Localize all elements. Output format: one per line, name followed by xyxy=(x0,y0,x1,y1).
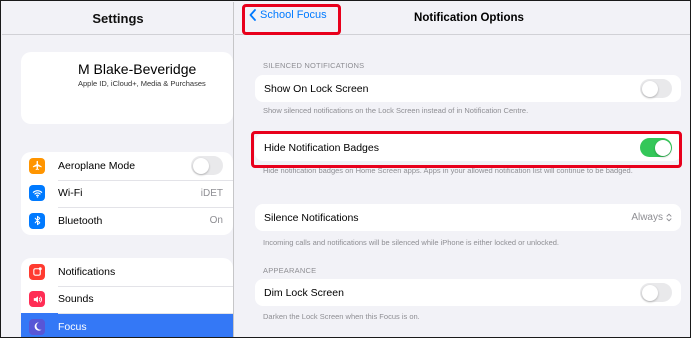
silence-notifications-note: Incoming calls and notifications will be… xyxy=(263,238,559,247)
sidebar-item-label: Bluetooth xyxy=(58,214,103,227)
sidebar: Settings M Blake-Beveridge Apple ID, iCl… xyxy=(2,2,234,337)
dim-lock-screen-note: Darken the Lock Screen when this Focus i… xyxy=(263,312,420,321)
apple-id-card[interactable]: M Blake-Beveridge Apple ID, iCloud+, Med… xyxy=(21,52,233,124)
sidebar-item-sounds[interactable]: Sounds xyxy=(21,285,233,314)
notifications-group: Notifications Sounds Focus xyxy=(21,258,233,337)
section-header-appearance: APPEARANCE xyxy=(263,266,317,275)
show-on-lock-screen-toggle[interactable] xyxy=(640,79,672,98)
connectivity-group: Aeroplane Mode Wi-Fi iDET Bluetooth On xyxy=(21,152,233,235)
hide-badges-note: Hide notification badges on Home Screen … xyxy=(263,166,633,175)
bluetooth-icon xyxy=(29,212,45,229)
notifications-icon xyxy=(29,263,45,280)
profile-name: M Blake-Beveridge xyxy=(78,61,197,77)
row-label: Dim Lock Screen xyxy=(264,286,344,299)
sidebar-item-label: Wi-Fi xyxy=(58,187,83,200)
sidebar-divider xyxy=(2,34,234,35)
hide-notification-badges-toggle[interactable] xyxy=(640,138,672,157)
page-title-text: Notification Options xyxy=(414,12,524,24)
toggle-knob xyxy=(641,284,658,301)
sidebar-item-bluetooth[interactable]: Bluetooth On xyxy=(21,207,233,235)
sidebar-item-label: Sounds xyxy=(58,293,94,306)
sidebar-item-label: Notifications xyxy=(58,265,116,278)
bluetooth-status-value: On xyxy=(209,215,223,227)
detail-panel: School Focus Notification Options SILENC… xyxy=(235,2,690,337)
chevron-up-down-icon xyxy=(666,213,672,222)
sidebar-item-focus[interactable]: Focus xyxy=(21,313,233,337)
show-on-lock-screen-note: Show silenced notifications on the Lock … xyxy=(263,106,529,115)
row-label: Hide Notification Badges xyxy=(264,141,379,154)
silence-notifications-select[interactable]: Always xyxy=(631,212,672,223)
section-header-silenced: SILENCED NOTIFICATIONS xyxy=(263,61,365,70)
sidebar-item-aeroplane-mode[interactable]: Aeroplane Mode xyxy=(21,152,233,180)
airplane-icon xyxy=(29,157,45,174)
sidebar-item-wifi[interactable]: Wi-Fi iDET xyxy=(21,179,233,208)
show-on-lock-screen-row[interactable]: Show On Lock Screen xyxy=(255,75,681,102)
wifi-icon xyxy=(29,185,45,202)
moon-icon xyxy=(29,318,45,335)
navigation-bar: School Focus Notification Options xyxy=(235,2,690,34)
profile-subtitle: Apple ID, iCloud+, Media & Purchases xyxy=(78,79,206,88)
toggle-knob xyxy=(192,157,209,174)
page-title: Notification Options xyxy=(235,12,690,24)
aeroplane-mode-toggle[interactable] xyxy=(191,156,223,176)
silence-notifications-row[interactable]: Silence Notifications Always xyxy=(255,204,681,231)
hide-notification-badges-row[interactable]: Hide Notification Badges xyxy=(255,134,681,161)
toggle-knob xyxy=(641,80,658,97)
header-divider xyxy=(235,34,690,35)
row-label: Show On Lock Screen xyxy=(264,82,369,95)
sidebar-title: Settings xyxy=(92,10,144,26)
dim-lock-screen-toggle[interactable] xyxy=(640,283,672,302)
toggle-knob xyxy=(654,139,671,156)
select-value-text: Always xyxy=(631,212,663,223)
row-label: Silence Notifications xyxy=(264,211,359,224)
dim-lock-screen-row[interactable]: Dim Lock Screen xyxy=(255,279,681,306)
wifi-network-value: iDET xyxy=(200,187,223,199)
sidebar-item-label: Focus xyxy=(58,320,87,333)
sidebar-item-label: Aeroplane Mode xyxy=(58,159,136,172)
sidebar-item-notifications[interactable]: Notifications xyxy=(21,258,233,286)
speaker-icon xyxy=(29,291,45,308)
settings-window: Settings M Blake-Beveridge Apple ID, iCl… xyxy=(0,0,691,338)
